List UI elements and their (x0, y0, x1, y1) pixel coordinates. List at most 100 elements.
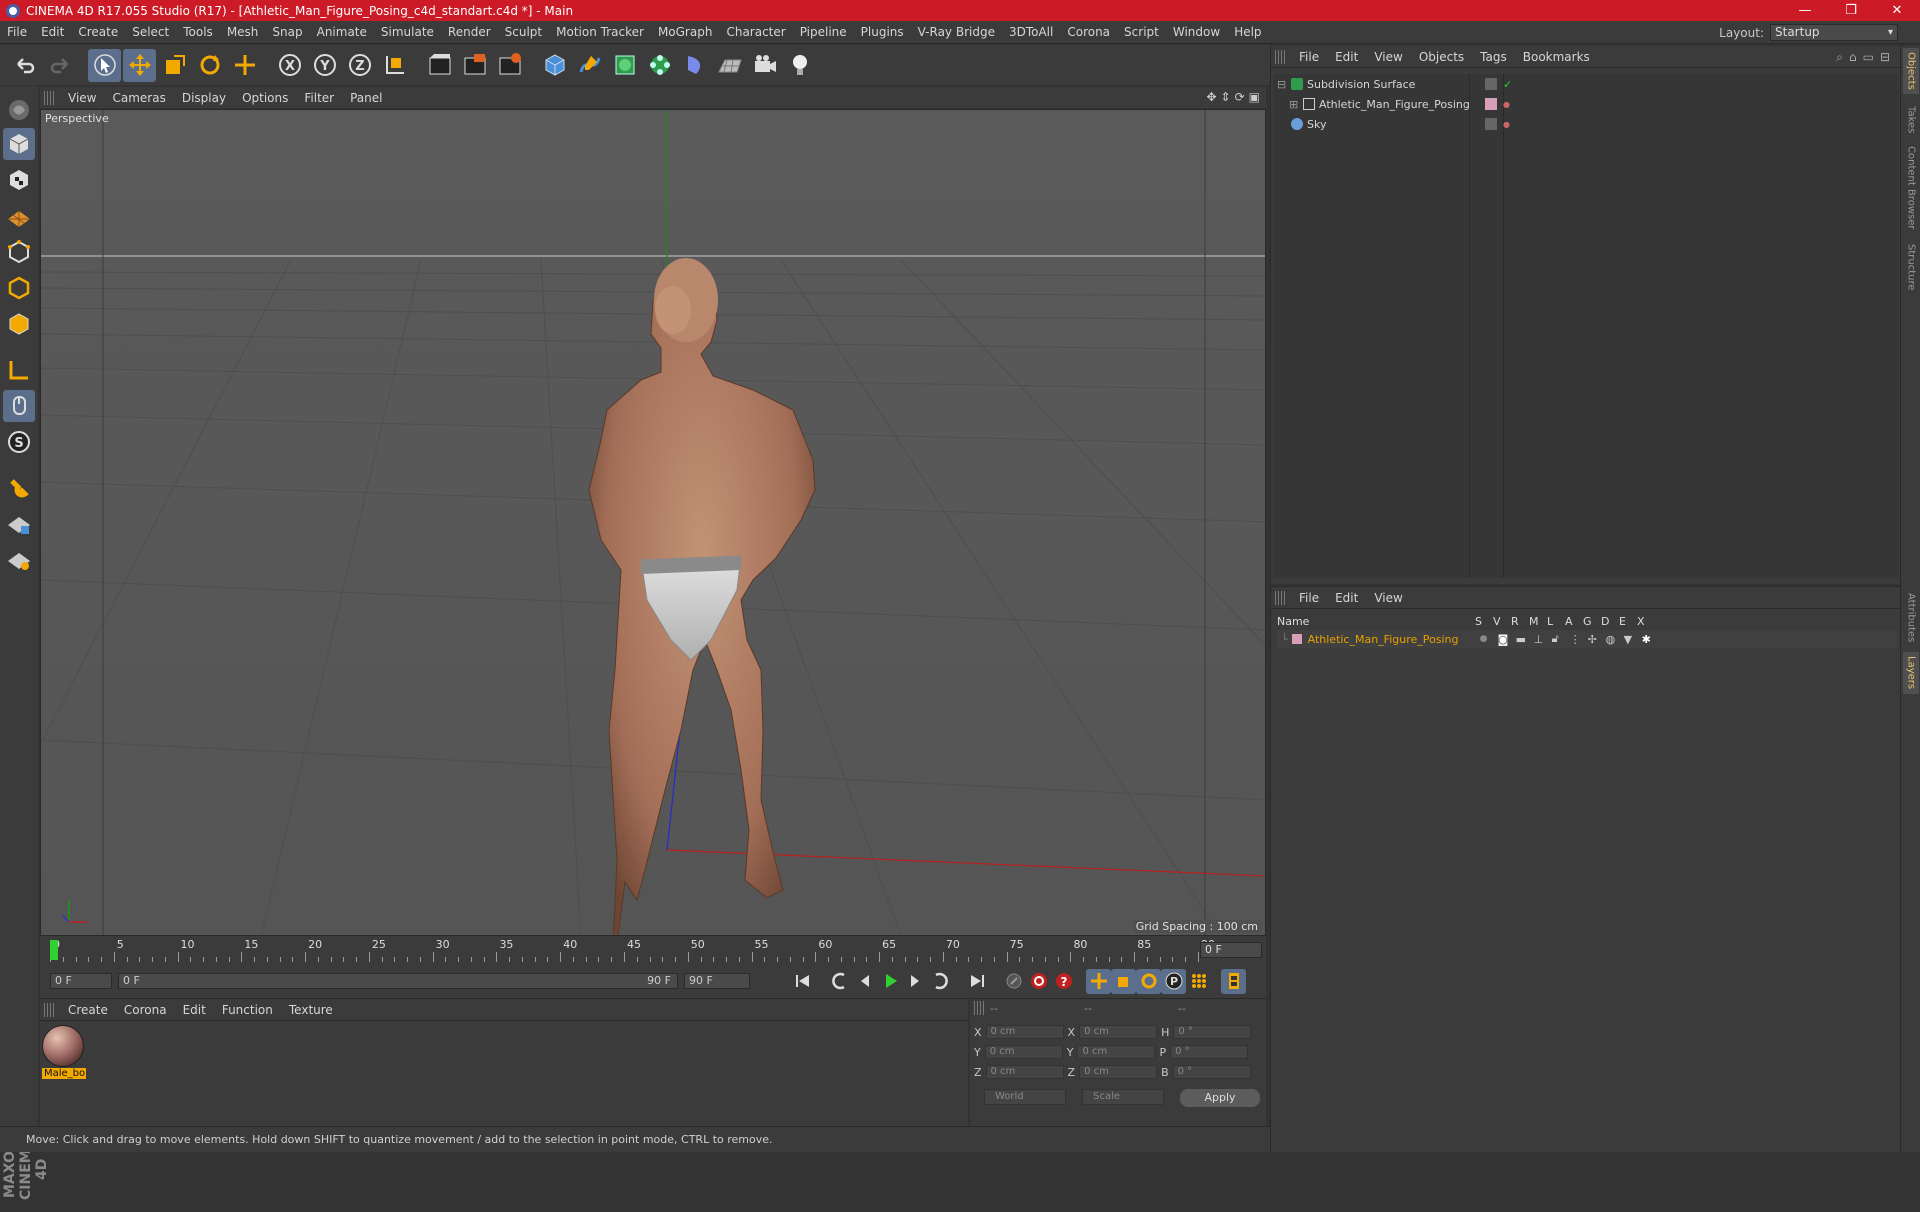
transform-tool-icon[interactable] (228, 49, 261, 82)
start-frame-field[interactable]: 0 F (50, 973, 112, 989)
menu-pipeline[interactable]: Pipeline (793, 25, 854, 39)
layers-menu-edit[interactable]: Edit (1327, 591, 1366, 605)
key-position-icon[interactable] (1086, 968, 1111, 994)
tab-structure[interactable]: Structure (1903, 240, 1919, 294)
cloner-icon[interactable] (643, 49, 676, 82)
objects-menu-tags[interactable]: Tags (1472, 50, 1515, 64)
animation-toggle-icon[interactable]: ⋮ (1570, 633, 1588, 646)
objects-menu-bookmarks[interactable]: Bookmarks (1515, 50, 1598, 64)
objects-menu-file[interactable]: File (1291, 50, 1327, 64)
material-menu-function[interactable]: Function (214, 1003, 281, 1017)
collapse-icon[interactable]: ⊟ (1880, 50, 1890, 65)
rotate-tool-icon[interactable] (193, 49, 226, 82)
select-arrow-tool[interactable] (88, 48, 121, 82)
tweak-mode-icon[interactable] (3, 390, 35, 422)
rotation-p-field[interactable]: 0 ° (1170, 1045, 1249, 1059)
z-axis-lock-icon[interactable]: Z (343, 49, 376, 82)
rotation-b-field[interactable]: 0 ° (1172, 1065, 1251, 1079)
pan-icon[interactable]: ✥ (1206, 90, 1216, 104)
viewport-menu-panel[interactable]: Panel (342, 91, 390, 105)
playhead[interactable] (50, 940, 58, 960)
home-icon[interactable]: ⌂ (1849, 50, 1857, 65)
expressions-toggle-icon[interactable]: ▼ (1624, 633, 1642, 646)
material-menu-create[interactable]: Create (60, 1003, 116, 1017)
current-frame-field[interactable]: 0 F (1200, 942, 1262, 958)
make-editable-icon[interactable] (3, 94, 35, 126)
menu-corona[interactable]: Corona (1060, 25, 1117, 39)
viewport-menu-view[interactable]: View (60, 91, 104, 105)
maximize-button[interactable]: ❐ (1828, 0, 1874, 21)
coordinate-system-icon[interactable] (378, 49, 411, 82)
col-xref[interactable]: X (1637, 615, 1655, 628)
dolly-icon[interactable]: ⇕ (1221, 90, 1231, 104)
col-solo[interactable]: S (1475, 615, 1493, 628)
object-row-sky[interactable]: Sky ● (1273, 114, 1899, 134)
col-view[interactable]: V (1493, 615, 1511, 628)
magnet-icon[interactable] (3, 472, 35, 504)
tree-expand-icon[interactable]: ⊞ (1289, 98, 1299, 111)
solo-toggle-icon[interactable]: ● (1480, 634, 1498, 644)
model-mode-icon[interactable] (3, 128, 35, 160)
layout-dropdown[interactable]: Startup (1770, 24, 1898, 41)
coord-mode-dropdown[interactable]: World (984, 1089, 1066, 1105)
menu-sculpt[interactable]: Sculpt (498, 25, 549, 39)
material-swatch[interactable]: Male_bo (42, 1025, 86, 1081)
timeline-ruler[interactable]: 051015202530354045505560657075808590 0 F (40, 936, 1266, 964)
key-parameter-icon[interactable]: P (1161, 968, 1186, 994)
edges-mode-icon[interactable] (3, 272, 35, 304)
object-row-subdivision-surface[interactable]: ⊟ Subdivision Surface ✓ (1273, 74, 1899, 94)
axis-mode-icon[interactable] (3, 354, 35, 386)
snapping-icon[interactable]: S (3, 426, 35, 458)
key-point-level-icon[interactable] (1186, 969, 1211, 994)
polygons-mode-icon[interactable] (3, 308, 35, 340)
panel-grip[interactable] (44, 1002, 54, 1017)
panel-grip[interactable] (1275, 49, 1285, 64)
x-axis-lock-icon[interactable]: X (273, 49, 306, 82)
menu-snap[interactable]: Snap (265, 25, 309, 39)
tab-layers[interactable]: Layers (1903, 652, 1919, 694)
perspective-viewport[interactable]: Perspective Grid Spacing : 100 cm (40, 109, 1266, 936)
subdivision-surface-icon[interactable] (608, 49, 641, 82)
workplane-lock-icon[interactable] (3, 508, 35, 540)
visibility-dots-icon[interactable]: ● (1503, 120, 1510, 129)
position-x-field[interactable]: 0 cm (985, 1025, 1064, 1039)
material-menu-corona[interactable]: Corona (116, 1003, 175, 1017)
viewport-menu-display[interactable]: Display (174, 91, 234, 105)
menu-render[interactable]: Render (441, 25, 498, 39)
objects-menu-objects[interactable]: Objects (1411, 50, 1472, 64)
menu-mesh[interactable]: Mesh (220, 25, 266, 39)
go-to-end-icon[interactable] (964, 969, 989, 994)
menu-vray-bridge[interactable]: V-Ray Bridge (911, 25, 1002, 39)
menu-plugins[interactable]: Plugins (854, 25, 911, 39)
tab-takes[interactable]: Takes (1903, 102, 1919, 138)
close-button[interactable]: ✕ (1874, 0, 1920, 21)
menu-3dtoall[interactable]: 3DToAll (1002, 25, 1060, 39)
object-row-athletic-man[interactable]: ⊞ Athletic_Man_Figure_Posing ● (1273, 94, 1899, 114)
points-mode-icon[interactable] (3, 236, 35, 268)
pen-spline-icon[interactable] (573, 49, 606, 82)
menu-mograph[interactable]: MoGraph (651, 25, 720, 39)
cube-primitive-icon[interactable] (538, 49, 571, 82)
col-locked[interactable]: L (1547, 615, 1565, 628)
move-tool-icon[interactable] (123, 48, 156, 82)
orbit-icon[interactable]: ⟳ (1235, 90, 1245, 104)
workplane-grid-icon[interactable] (3, 544, 35, 576)
panel-grip[interactable] (44, 90, 54, 105)
col-name[interactable]: Name (1277, 615, 1475, 628)
menu-file[interactable]: File (0, 25, 34, 39)
material-menu-edit[interactable]: Edit (175, 1003, 214, 1017)
go-to-previous-frame-icon[interactable] (852, 969, 877, 994)
menu-simulate[interactable]: Simulate (374, 25, 441, 39)
position-y-field[interactable]: 0 cm (984, 1045, 1063, 1059)
go-to-next-frame-icon[interactable] (902, 969, 927, 994)
objects-menu-edit[interactable]: Edit (1327, 50, 1366, 64)
new-window-icon[interactable]: ▭ (1863, 50, 1874, 65)
col-generators[interactable]: G (1583, 615, 1601, 628)
col-manager[interactable]: M (1529, 615, 1547, 628)
rotation-h-field[interactable]: 0 ° (1173, 1025, 1252, 1039)
visibility-toggle-icon[interactable] (1485, 78, 1497, 90)
menu-window[interactable]: Window (1166, 25, 1227, 39)
camera-icon[interactable] (748, 49, 781, 82)
layers-menu-file[interactable]: File (1291, 591, 1327, 605)
minimize-button[interactable]: — (1782, 0, 1828, 21)
